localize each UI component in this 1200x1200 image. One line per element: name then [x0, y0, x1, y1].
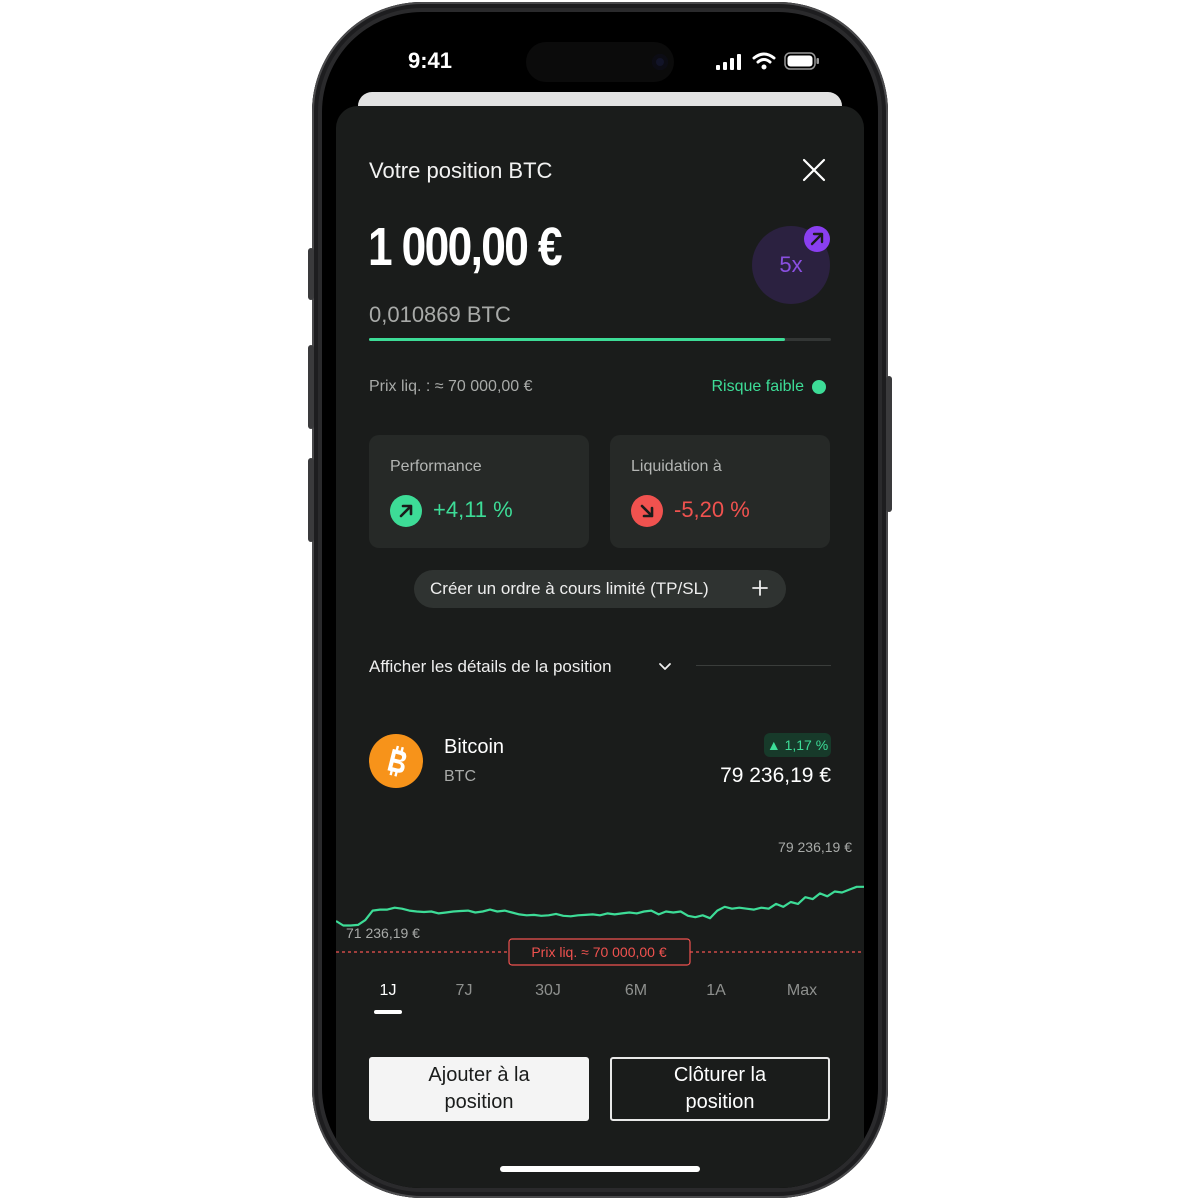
range-tab-6m[interactable]: 6M: [616, 982, 656, 1000]
phone-screen: 9:41 Votre position BTC 1 000,00 € 0,010…: [322, 12, 878, 1188]
close-position-label: Clôturer la position: [673, 1064, 767, 1113]
price-change-value: ▲ 1,17 %: [766, 737, 829, 753]
liquidation-price: Prix liq. : ≈ 70 000,00 €: [369, 378, 533, 395]
risk-progress-fill: [369, 338, 785, 341]
chart-high-label: 79 236,19 €: [778, 839, 852, 855]
status-bar: 9:41: [322, 12, 878, 102]
risk-label: Risque faible: [711, 378, 805, 395]
range-tab-1a[interactable]: 1A: [696, 982, 736, 1000]
asset-symbol: BTC: [444, 768, 476, 785]
arrow-up-right-icon: [390, 495, 422, 527]
wifi-icon: [752, 52, 776, 70]
leverage-arrow-icon: [804, 226, 830, 252]
arrow-down-right-icon: [631, 495, 663, 527]
chart-low-label: 71 236,19 €: [346, 925, 420, 941]
bitcoin-logo-icon: [369, 734, 423, 788]
range-tab-1j[interactable]: 1J: [368, 982, 408, 1000]
price-line: [336, 885, 864, 927]
liquidation-label: Liquidation à: [631, 458, 722, 475]
add-to-position-button[interactable]: Ajouter à la position: [369, 1057, 589, 1121]
range-tab-max[interactable]: Max: [782, 982, 822, 1000]
volume-down-button: [308, 458, 314, 542]
sheet-title: Votre position BTC: [369, 158, 553, 183]
liquidation-value: -5,20 %: [674, 497, 750, 522]
performance-label: Performance: [390, 458, 482, 475]
camera-icon: [652, 54, 668, 70]
performance-value: +4,11 %: [433, 497, 513, 522]
power-button: [886, 376, 892, 512]
liquidation-chart-label: Prix liq. ≈ 70 000,00 €: [531, 944, 667, 960]
close-position-button[interactable]: Clôturer la position: [610, 1057, 830, 1121]
close-icon[interactable]: [802, 158, 826, 182]
chevron-down-icon[interactable]: [658, 662, 672, 672]
risk-status-dot: [812, 380, 826, 394]
position-amount-btc: 0,010869 BTC: [369, 302, 511, 327]
risk-progress-bar: [369, 338, 831, 341]
performance-card: Performance +4,11 %: [369, 435, 589, 548]
action-button: [308, 248, 314, 300]
plus-icon: [752, 580, 768, 596]
home-indicator[interactable]: [500, 1166, 700, 1172]
position-sheet: Votre position BTC 1 000,00 € 0,010869 B…: [336, 106, 864, 1188]
show-position-details-toggle[interactable]: Afficher les détails de la position: [369, 657, 612, 677]
cellular-signal-icon: [716, 54, 741, 70]
price-change-badge: ▲ 1,17 %: [764, 733, 831, 757]
divider: [696, 665, 831, 666]
range-tab-7j[interactable]: 7J: [444, 982, 484, 1000]
range-tab-30j[interactable]: 30J: [528, 982, 568, 1000]
asset-name: Bitcoin: [444, 736, 505, 758]
status-time: 9:41: [408, 48, 453, 73]
time-range-selector: 1J 7J 30J 6M 1A Max: [336, 982, 864, 1022]
battery-icon: [784, 52, 819, 70]
position-amount: 1 000,00 €: [368, 217, 563, 277]
create-limit-order-button[interactable]: Créer un ordre à cours limité (TP/SL): [414, 570, 786, 608]
price-chart[interactable]: 79 236,19 € 71 236,19 € Prix liq. ≈ 70 0…: [336, 826, 864, 996]
volume-up-button: [308, 345, 314, 429]
add-to-position-label: Ajouter à la position: [428, 1064, 530, 1113]
active-range-indicator: [374, 1010, 402, 1014]
asset-price: 79 236,19 €: [720, 764, 831, 787]
leverage-label: 5x: [779, 252, 803, 277]
limit-order-label: Créer un ordre à cours limité (TP/SL): [430, 579, 709, 598]
liquidation-card: Liquidation à -5,20 %: [610, 435, 830, 548]
